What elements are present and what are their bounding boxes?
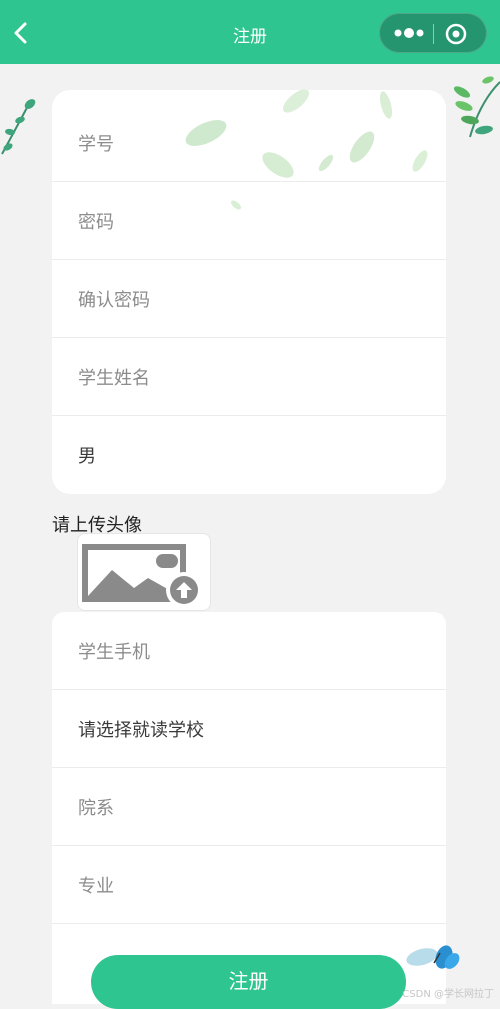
more-dots-icon[interactable] (390, 22, 430, 44)
navigation-bar: 注册 (0, 0, 500, 64)
leaves-decoration (185, 89, 428, 210)
branch-left-decoration (1, 99, 36, 155)
major-placeholder: 专业 (78, 875, 114, 897)
school-select-placeholder: 请选择就读学校 (78, 719, 204, 741)
phone-placeholder: 学生手机 (78, 641, 150, 663)
gender-value: 男 (78, 446, 96, 467)
student-name-field[interactable]: 学生姓名 (52, 338, 446, 416)
image-upload-icon (82, 544, 202, 608)
confirm-password-field[interactable]: 确认密码 (52, 260, 446, 338)
gender-picker[interactable]: 男 (52, 416, 446, 494)
register-submit-button[interactable]: 注册 (91, 955, 406, 1009)
watermark-text: CSDN @学长网拉丁 (402, 989, 494, 1000)
branch-right-decoration (453, 76, 500, 138)
avatar-upload-button[interactable] (77, 533, 211, 611)
confirm-password-placeholder: 确认密码 (78, 289, 150, 311)
major-field[interactable]: 专业 (52, 846, 446, 924)
student-name-placeholder: 学生姓名 (78, 367, 150, 389)
target-circle-icon[interactable] (444, 22, 468, 46)
registration-form-card-2: 学生手机 请选择就读学校 院系 专业 (52, 612, 446, 1004)
school-select[interactable]: 请选择就读学校 (52, 690, 446, 768)
phone-field[interactable]: 学生手机 (52, 612, 446, 690)
student-id-placeholder: 学号 (78, 133, 114, 155)
mini-program-capsule (379, 13, 487, 53)
capsule-divider (433, 24, 434, 44)
password-placeholder: 密码 (78, 211, 114, 233)
department-placeholder: 院系 (78, 797, 114, 819)
department-field[interactable]: 院系 (52, 768, 446, 846)
butterfly-decoration (406, 945, 460, 969)
